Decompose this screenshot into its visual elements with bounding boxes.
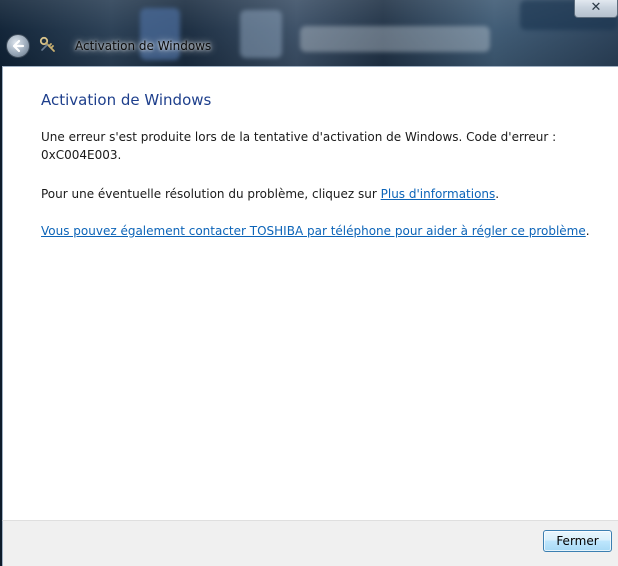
close-icon: ✕ (590, 0, 602, 15)
footer-bar: Fermer (2, 520, 618, 566)
resolution-message: Pour une éventuelle résolution du problè… (41, 185, 499, 203)
resolution-text: Pour une éventuelle résolution du problè… (41, 187, 381, 201)
error-message-line1: Une erreur s'est produite lors de la ten… (41, 130, 557, 144)
error-code: 0xC004E003. (41, 148, 122, 162)
activation-keys-icon (39, 36, 57, 54)
more-info-link[interactable]: Plus d'informations (381, 187, 496, 201)
back-arrow-icon (12, 39, 25, 53)
error-message: Une erreur s'est produite lors de la ten… (41, 128, 581, 164)
window-title: Activation de Windows (75, 39, 212, 53)
window-close-button[interactable]: ✕ (574, 0, 618, 18)
page-title: Activation de Windows (41, 91, 212, 109)
content-pane: Activation de Windows Une erreur s'est p… (2, 66, 618, 520)
background-window-blur (240, 10, 282, 58)
back-button[interactable] (6, 34, 30, 58)
contact-message: Vous pouvez également contacter TOSHIBA … (41, 222, 590, 240)
background-window-blur (300, 26, 490, 52)
contact-suffix: . (585, 224, 590, 238)
close-button[interactable]: Fermer (543, 530, 612, 552)
title-bar: ✕ Activation de Windows (0, 0, 618, 66)
resolution-suffix: . (495, 187, 500, 201)
contact-toshiba-link[interactable]: Vous pouvez également contacter TOSHIBA … (41, 224, 586, 238)
